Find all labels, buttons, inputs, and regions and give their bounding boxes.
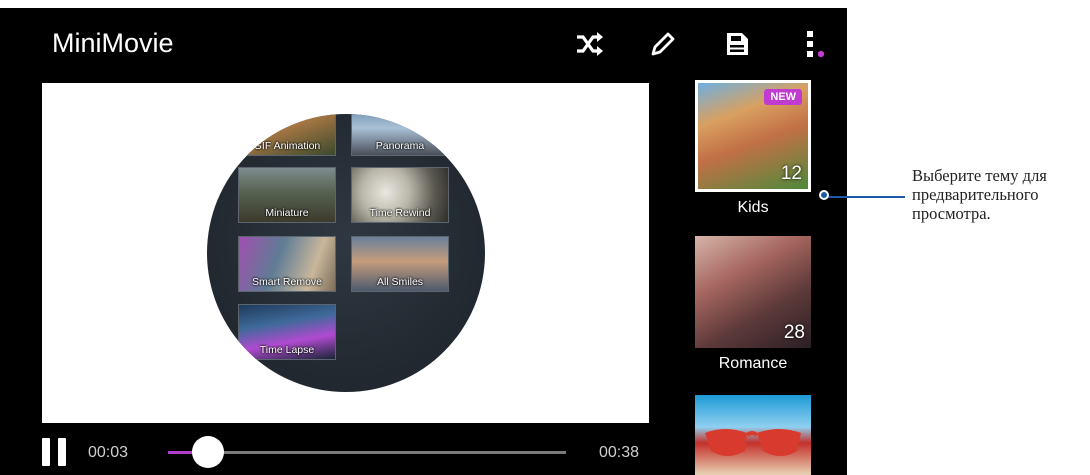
- tile-label: GIF Animation: [253, 140, 321, 152]
- theme-item-summer[interactable]: [695, 395, 811, 475]
- theme-item-kids[interactable]: NEW 12 Kids: [695, 80, 811, 217]
- tile-all-smiles: All Smiles: [351, 236, 449, 292]
- pause-icon: [42, 438, 50, 466]
- callout-text: Выберите тему для предварительного просм…: [912, 166, 1047, 223]
- tile-smart-remove: Smart Remove: [238, 236, 336, 292]
- preview-circle: GIF Animation Panorama Miniature Time Re…: [207, 114, 485, 392]
- theme-label: Romance: [718, 355, 788, 372]
- tile-label: Miniature: [265, 207, 309, 219]
- tile-panorama: Panorama: [351, 114, 449, 156]
- tile-gif-animation: GIF Animation: [238, 114, 336, 156]
- theme-label: Kids: [737, 199, 769, 216]
- tile-label: All Smiles: [376, 276, 424, 288]
- theme-item-romance[interactable]: 28 Romance: [695, 236, 811, 373]
- current-time: 00:03: [88, 444, 129, 461]
- tile-label: Time Rewind: [369, 207, 431, 219]
- tile-label: Time Lapse: [259, 344, 315, 356]
- theme-thumbnail: 28: [695, 236, 811, 348]
- callout-dot: [819, 190, 829, 200]
- new-badge: NEW: [764, 89, 802, 105]
- shuffle-icon[interactable]: [574, 28, 606, 60]
- theme-thumbnail: NEW 12: [695, 80, 811, 192]
- tile-label: Smart Remove: [251, 276, 323, 288]
- seek-thumb[interactable]: [192, 436, 224, 468]
- theme-clip-count: 28: [783, 322, 805, 343]
- tile-time-rewind: Time Rewind: [351, 167, 449, 223]
- theme-clip-count: 12: [780, 163, 802, 184]
- tile-time-lapse: Time Lapse: [238, 304, 336, 360]
- app-title: MiniMovie: [52, 28, 174, 58]
- notification-dot-icon: [817, 50, 825, 58]
- app-window: MiniMovie GIF Animation Panorama Miniatu…: [0, 8, 847, 475]
- pause-button[interactable]: [42, 438, 66, 466]
- total-time: 00:38: [599, 444, 640, 461]
- callout-line: [825, 196, 905, 198]
- pencil-icon[interactable]: [647, 28, 679, 60]
- save-icon[interactable]: [721, 28, 753, 60]
- overflow-menu-icon[interactable]: [797, 28, 829, 60]
- tile-label: Panorama: [375, 140, 425, 152]
- seek-bar[interactable]: [168, 451, 566, 454]
- theme-thumbnail: [695, 395, 811, 475]
- sunglasses-icon: [705, 429, 801, 456]
- tile-miniature: Miniature: [238, 167, 336, 223]
- video-preview[interactable]: GIF Animation Panorama Miniature Time Re…: [42, 83, 649, 423]
